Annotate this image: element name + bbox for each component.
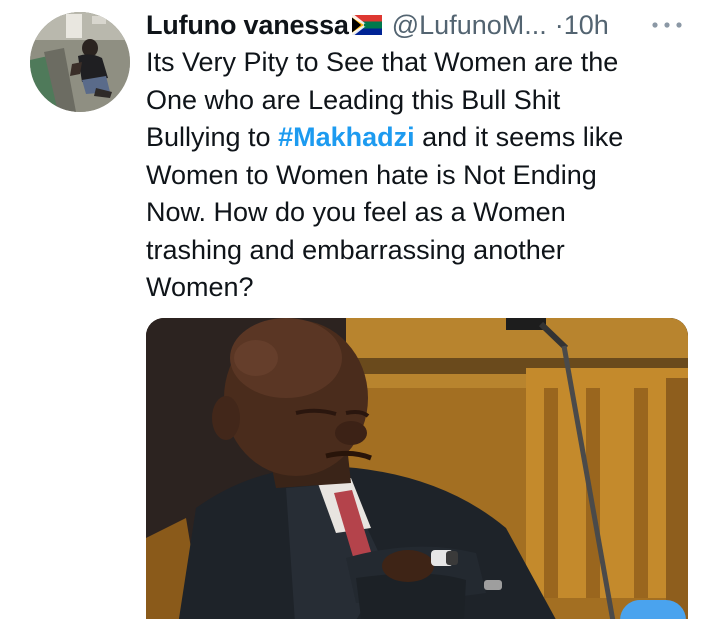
tweet-text-line: Women? bbox=[146, 272, 254, 302]
tweet-text: Its Very Pity to See that Women are the … bbox=[146, 44, 706, 307]
compose-button[interactable] bbox=[620, 600, 686, 619]
user-handle[interactable]: @LufunoM... bbox=[392, 8, 547, 42]
separator-dot: · bbox=[554, 10, 564, 40]
display-name[interactable]: Lufuno vanessa bbox=[146, 8, 349, 42]
tweet-text-line: trashing and embarrassing another bbox=[146, 234, 565, 265]
tweet-text-fragment: Bullying to bbox=[146, 122, 279, 152]
hashtag-link[interactable]: #Makhadzi bbox=[278, 122, 415, 152]
tweet-text-line: Bullying to #Makhadzi and it seems like bbox=[146, 119, 706, 157]
tweet-text-line: Its Very Pity to See that Women are the bbox=[146, 47, 619, 77]
tweet-text-line: Women to Women hate is Not Ending bbox=[146, 159, 597, 190]
tweet-card[interactable]: Lufuno vanessa @LufunoM... · 10h Its Ver… bbox=[0, 0, 720, 619]
more-dots-icon[interactable] bbox=[650, 20, 690, 30]
tweet-text-fragment: and it seems like bbox=[414, 122, 624, 152]
avatar[interactable] bbox=[30, 12, 130, 112]
south-africa-flag-icon bbox=[351, 15, 382, 35]
tweet-header: Lufuno vanessa @LufunoM... · 10h bbox=[146, 8, 706, 42]
tweet-photo[interactable] bbox=[146, 318, 688, 619]
tweet-text-line: One who are Leading this Bull Shit bbox=[146, 84, 561, 115]
tweet-text-line: Now. How do you feel as a Women bbox=[146, 197, 566, 227]
timestamp[interactable]: 10h bbox=[564, 8, 609, 42]
